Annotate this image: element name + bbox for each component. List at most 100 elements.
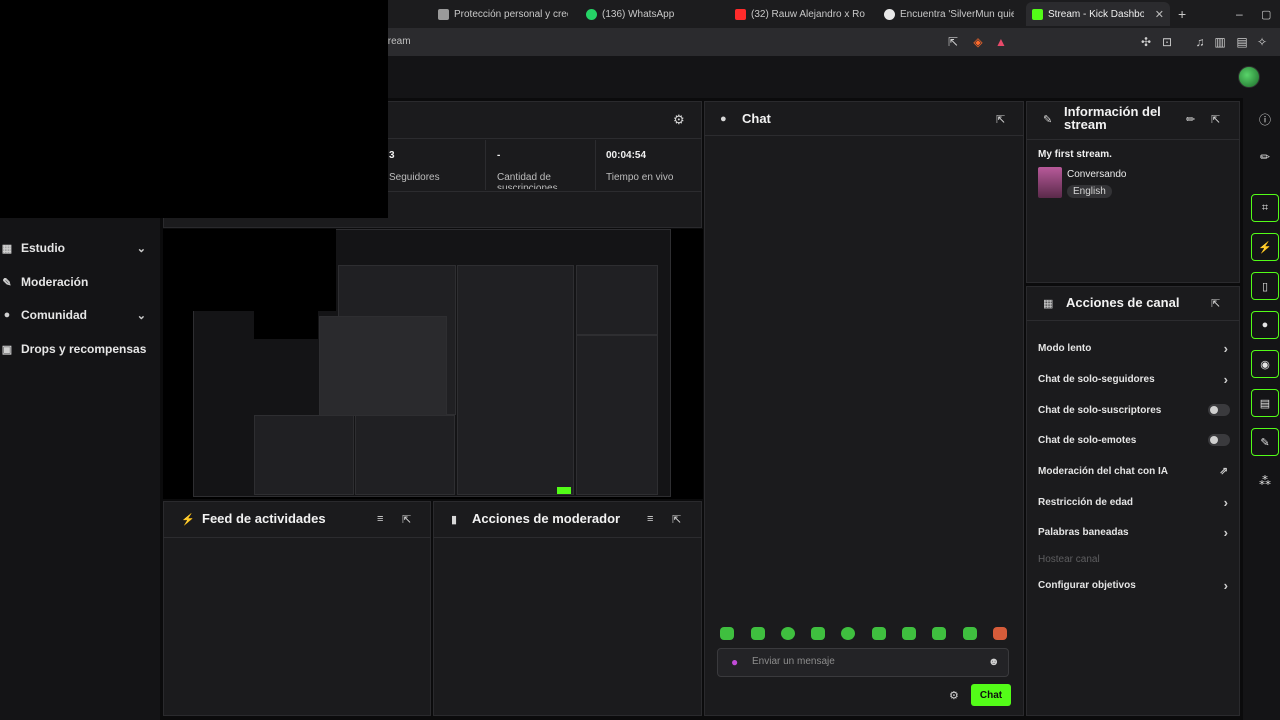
action-solo-emotes[interactable]: Chat de solo-emotes — [1038, 430, 1230, 450]
followers-label: Seguidores — [389, 172, 440, 183]
action-restriccion-edad[interactable]: Restricción de edad › — [1038, 492, 1230, 512]
emote[interactable] — [751, 627, 765, 640]
sidebar-item-label: Estudio — [21, 241, 65, 255]
apps-icon[interactable]: ⁂ — [1256, 474, 1274, 492]
chevron-right-icon[interactable]: › — [1224, 525, 1228, 540]
subscriptions-count: - — [497, 150, 501, 161]
lightning-icon[interactable]: ⚡ — [1251, 233, 1279, 261]
emote[interactable] — [811, 627, 825, 640]
tab-label: (32) Rauw Alejandro x Romeo — [751, 8, 865, 20]
category-name: Conversando — [1067, 169, 1127, 180]
extensions-icon[interactable]: ✣ — [1139, 35, 1153, 49]
filter-icon[interactable]: ≡ — [377, 513, 383, 525]
sidebar-item-label: Comunidad — [21, 308, 87, 322]
tab-label: Protección personal y crecimie — [454, 8, 568, 20]
lightning-icon: ⚡ — [181, 514, 195, 526]
sidebar-item-estudio[interactable]: ▦ Estudio ⌄ — [0, 235, 160, 261]
layout-icon[interactable]: ▤ — [1251, 389, 1279, 417]
emote[interactable] — [841, 627, 855, 640]
action-moderacion-ia[interactable]: Moderación del chat con IA ⇗ — [1038, 461, 1230, 481]
chat-icon[interactable]: ● — [1251, 311, 1279, 339]
emote[interactable] — [872, 627, 886, 640]
stream-preview — [163, 229, 703, 499]
emote[interactable] — [781, 627, 795, 640]
avatar[interactable] — [1238, 66, 1260, 88]
minimize-icon[interactable]: – — [1236, 4, 1243, 24]
share-icon[interactable]: ⇱ — [946, 35, 960, 49]
wallet-icon[interactable]: ▤ — [1235, 35, 1249, 49]
preview-feed-panel — [254, 415, 354, 495]
browser-tab-active[interactable]: Stream - Kick Dashboa ✕ — [1026, 2, 1170, 26]
sidebar-item-moderacion[interactable]: ✎ Moderación — [0, 269, 160, 295]
popout-icon[interactable]: ⇱ — [996, 113, 1005, 126]
screenshot-icon[interactable]: ⊡ — [1160, 35, 1174, 49]
close-tab-icon[interactable]: ✕ — [1155, 8, 1164, 21]
sidebar-toggle-icon[interactable]: ▥ — [1213, 35, 1227, 49]
browser-tab[interactable]: (136) WhatsApp — [586, 4, 676, 24]
chat-bubble-icon: ● — [720, 113, 727, 125]
broadcast-icon[interactable]: ◉ — [1251, 350, 1279, 378]
chat-input[interactable] — [752, 656, 972, 667]
wrench-icon[interactable]: ✎ — [1251, 428, 1279, 456]
popout-icon[interactable]: ⇱ — [402, 513, 411, 526]
emote[interactable] — [963, 627, 977, 640]
edit-icon[interactable]: ✏ — [1186, 113, 1195, 126]
maximize-icon[interactable]: ▢ — [1261, 4, 1271, 24]
microphone-icon[interactable]: ● — [731, 655, 738, 669]
sidebar-item-comunidad[interactable]: ● Comunidad ⌄ — [0, 302, 160, 328]
chat-send-button[interactable]: Chat — [971, 684, 1011, 706]
popout-icon[interactable]: ⇱ — [1211, 113, 1220, 126]
action-solo-suscriptores[interactable]: Chat de solo-suscriptores — [1038, 400, 1230, 420]
music-icon[interactable]: ♫ — [1193, 35, 1207, 49]
action-solo-seguidores[interactable]: Chat de solo-seguidores › — [1038, 369, 1230, 389]
chevron-right-icon[interactable]: › — [1224, 495, 1228, 510]
preview-blackout — [163, 229, 336, 311]
community-icon: ● — [3, 309, 11, 321]
popout-icon[interactable]: ⇱ — [672, 513, 681, 526]
browser-tab[interactable]: (32) Rauw Alejandro x Romeo — [735, 4, 865, 24]
emote[interactable] — [932, 627, 946, 640]
emote[interactable] — [902, 627, 916, 640]
browser-tab[interactable]: Encuentra 'SilverMun quiero m — [884, 4, 1014, 24]
settings-icon[interactable]: ⚙ — [673, 112, 685, 128]
leo-icon[interactable]: ✧ — [1255, 35, 1269, 49]
sidebar-item-drops[interactable]: ▣ Drops y recompensas — [0, 336, 160, 362]
divider — [163, 537, 431, 538]
action-modo-lento[interactable]: Modo lento › — [1038, 338, 1230, 358]
chevron-down-icon[interactable]: ⌄ — [137, 309, 146, 322]
chevron-right-icon[interactable]: › — [1224, 578, 1228, 593]
popout-icon[interactable]: ⇱ — [1211, 297, 1220, 310]
scan-icon[interactable]: ⌗ — [1251, 194, 1279, 222]
toggle-switch[interactable] — [1208, 434, 1230, 446]
chat-input-box: ● ☻ — [717, 648, 1009, 677]
divider — [704, 135, 1024, 136]
rewards-icon[interactable]: ▲ — [994, 35, 1008, 49]
action-palabras-baneadas[interactable]: Palabras baneadas › — [1038, 522, 1230, 542]
chevron-right-icon[interactable]: › — [1224, 341, 1228, 356]
tab-label: Stream - Kick Dashboa — [1048, 8, 1144, 20]
sidebar-item-label: Moderación — [21, 275, 89, 289]
external-link-icon[interactable]: ⇗ — [1220, 466, 1228, 477]
filter-icon[interactable]: ≡ — [647, 513, 653, 525]
emote[interactable] — [720, 627, 734, 640]
document-icon[interactable]: ▯ — [1251, 272, 1279, 300]
action-label: Palabras baneadas — [1038, 526, 1129, 538]
toggle-switch[interactable] — [1208, 404, 1230, 416]
url-text[interactable]: tream — [385, 36, 411, 47]
chevron-right-icon[interactable]: › — [1224, 372, 1228, 387]
action-configurar-objetivos[interactable]: Configurar objetivos › — [1038, 575, 1230, 595]
chat-panel — [704, 101, 1024, 716]
chevron-down-icon[interactable]: ⌄ — [137, 242, 146, 255]
info-icon[interactable]: ⓘ — [1256, 111, 1274, 129]
channel-actions-title: Acciones de canal — [1066, 295, 1180, 310]
browser-tab[interactable]: Protección personal y crecimie — [438, 4, 568, 24]
gear-icon[interactable]: ⚙ — [949, 689, 959, 702]
action-label: Chat de solo-emotes — [1038, 434, 1137, 446]
emoji-icon[interactable]: ☻ — [988, 656, 1000, 668]
live-time-label: Tiempo en vivo — [606, 172, 674, 183]
emote[interactable] — [993, 627, 1007, 640]
pencil-icon[interactable]: ✏ — [1256, 150, 1274, 168]
brave-shield-icon[interactable]: ◈ — [971, 35, 985, 49]
new-tab-button[interactable]: + — [1178, 4, 1186, 24]
action-hostear-canal: Hostear canal — [1038, 549, 1230, 569]
